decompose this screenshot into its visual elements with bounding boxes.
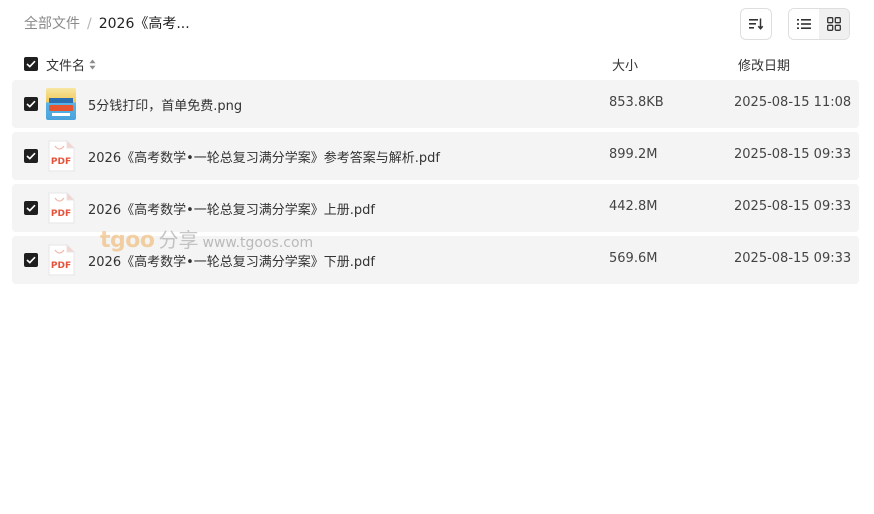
file-date: 2025-08-15 09:33 — [734, 147, 852, 162]
column-header-date[interactable]: 修改日期 — [738, 55, 790, 74]
file-size: 569.6M — [609, 251, 658, 266]
grid-view-icon — [827, 17, 841, 31]
file-date: 2025-08-15 09:33 — [734, 251, 852, 266]
sort-button[interactable] — [740, 8, 772, 40]
file-date: 2025-08-15 11:08 — [734, 95, 852, 110]
checkmark-icon — [26, 204, 36, 212]
pdf-label: PDF — [51, 157, 71, 167]
file-list: 5分钱打印，首单免费.png 853.8KB 2025-08-15 11:08 … — [12, 80, 859, 288]
checkmark-icon — [26, 152, 36, 160]
pdf-label: PDF — [51, 261, 71, 271]
file-row[interactable]: PDF 2026《高考数学•一轮总复习满分学案》下册.pdf 569.6M 20… — [12, 236, 859, 284]
list-view-icon — [797, 19, 811, 29]
sort-toggle-icon — [89, 59, 96, 70]
file-size: 442.8M — [609, 199, 658, 214]
file-row[interactable]: PDF 2026《高考数学•一轮总复习满分学案》参考答案与解析.pdf 899.… — [12, 132, 859, 180]
column-header-size[interactable]: 大小 — [612, 55, 638, 74]
file-table-header: 文件名 大小 修改日期 — [0, 52, 874, 76]
file-name[interactable]: 2026《高考数学•一轮总复习满分学案》参考答案与解析.pdf — [88, 147, 440, 166]
pdf-file-icon: PDF — [48, 244, 75, 276]
file-size: 853.8KB — [609, 95, 664, 110]
list-view-button[interactable] — [789, 9, 819, 39]
view-toggle-group — [788, 8, 850, 40]
file-size: 899.2M — [609, 147, 658, 162]
file-name[interactable]: 2026《高考数学•一轮总复习满分学案》下册.pdf — [88, 251, 375, 270]
top-bar: 全部文件 / 2026《高考... — [0, 0, 874, 48]
select-all-checkbox[interactable] — [24, 57, 38, 71]
image-thumbnail-icon — [46, 88, 76, 120]
row-checkbox[interactable] — [24, 253, 38, 267]
sort-lines-icon — [749, 18, 764, 30]
breadcrumb-separator: / — [87, 16, 92, 32]
breadcrumb: 全部文件 / 2026《高考... — [24, 15, 190, 33]
checkmark-icon — [26, 256, 36, 264]
file-row[interactable]: 5分钱打印，首单免费.png 853.8KB 2025-08-15 11:08 — [12, 80, 859, 128]
column-header-name[interactable]: 文件名 — [46, 55, 96, 74]
grid-view-button[interactable] — [819, 9, 849, 39]
checkmark-icon — [26, 100, 36, 108]
pdf-file-icon: PDF — [48, 192, 75, 224]
file-name[interactable]: 5分钱打印，首单免费.png — [88, 95, 242, 114]
row-checkbox[interactable] — [24, 97, 38, 111]
column-header-name-label: 文件名 — [46, 59, 86, 74]
pdf-file-icon: PDF — [48, 140, 75, 172]
checkmark-icon — [26, 60, 36, 68]
row-checkbox[interactable] — [24, 201, 38, 215]
breadcrumb-root-link[interactable]: 全部文件 — [24, 15, 80, 33]
file-date: 2025-08-15 09:33 — [734, 199, 852, 214]
breadcrumb-current: 2026《高考... — [98, 16, 190, 32]
file-row[interactable]: PDF 2026《高考数学•一轮总复习满分学案》上册.pdf 442.8M 20… — [12, 184, 859, 232]
file-name[interactable]: 2026《高考数学•一轮总复习满分学案》上册.pdf — [88, 199, 375, 218]
row-checkbox[interactable] — [24, 149, 38, 163]
pdf-label: PDF — [51, 209, 71, 219]
